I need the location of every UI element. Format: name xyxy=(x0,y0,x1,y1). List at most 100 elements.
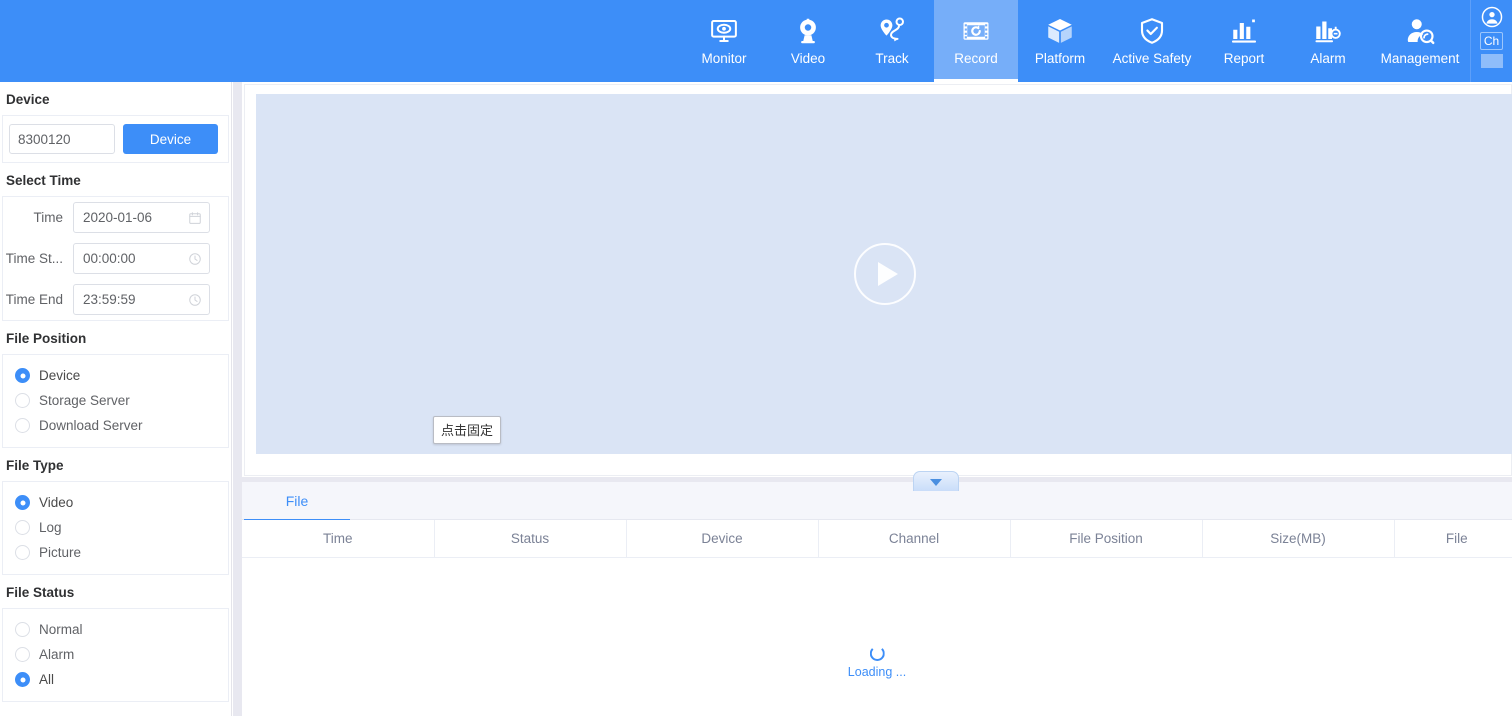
header-user-area[interactable]: Ch xyxy=(1470,0,1512,82)
radio-label: Normal xyxy=(39,622,83,637)
time-end-input[interactable]: 23:59:59 xyxy=(73,284,210,315)
file-status-section-title: File Status xyxy=(6,585,75,600)
col-header-device[interactable]: Device xyxy=(626,520,819,558)
radio-label: Picture xyxy=(39,545,82,560)
radio-label: Storage Server xyxy=(39,393,130,408)
loading-label: Loading ... xyxy=(847,664,907,679)
tab-label: File xyxy=(285,493,309,509)
radio-label: Download Server xyxy=(39,418,143,433)
radio-file-type-log[interactable]: Log xyxy=(3,515,228,540)
nav-item-monitor[interactable]: Monitor xyxy=(682,0,766,82)
tab-strip: File xyxy=(242,482,1512,521)
video-player-panel: 点击固定 xyxy=(244,84,1512,476)
file-position-section-box: Device Storage Server Download Server xyxy=(2,354,229,448)
time-date-input[interactable]: 2020-01-06 xyxy=(73,202,210,233)
clock-icon xyxy=(188,252,202,266)
radio-file-status-all[interactable]: All xyxy=(3,667,228,692)
nav-item-report[interactable]: Report xyxy=(1202,0,1286,82)
pin-tooltip: 点击固定 xyxy=(433,416,502,444)
film-replay-icon xyxy=(961,16,991,46)
device-search-input[interactable] xyxy=(9,124,115,154)
radio-label: Device xyxy=(39,368,81,383)
nav-label: Track xyxy=(875,51,909,66)
radio-label: All xyxy=(39,672,55,687)
radio-file-position-device[interactable]: Device xyxy=(3,363,228,388)
nav-label: Monitor xyxy=(701,51,747,66)
file-table-grid: Time Status Device Channel File Position… xyxy=(242,520,1512,558)
header-extra-button[interactable] xyxy=(1480,54,1503,68)
nav-item-track[interactable]: Track xyxy=(850,0,934,82)
radio-indicator xyxy=(15,672,30,687)
header-language-label[interactable]: Ch xyxy=(1479,32,1504,50)
file-position-section-title: File Position xyxy=(6,331,87,346)
device-section-box: Device xyxy=(2,115,229,163)
select-time-section-box: Time 2020-01-06 Time St... 00:00:00 Time… xyxy=(2,196,229,321)
time-end-row: Time End 23:59:59 xyxy=(3,279,228,320)
radio-indicator xyxy=(15,495,30,510)
shield-check-icon xyxy=(1137,16,1167,46)
time-end-value: 23:59:59 xyxy=(83,292,136,307)
filter-sidebar: Device Device Select Time Time 2020-01-0… xyxy=(0,82,232,716)
nav-label: Active Safety xyxy=(1112,51,1192,66)
chevron-down-icon xyxy=(930,479,942,486)
device-button[interactable]: Device xyxy=(123,124,218,154)
app-header: Monitor Video Track Record Platform Acti… xyxy=(0,0,1512,82)
col-header-channel[interactable]: Channel xyxy=(818,520,1011,558)
select-time-section-title: Select Time xyxy=(6,173,81,188)
nav-item-video[interactable]: Video xyxy=(766,0,850,82)
time-start-row: Time St... 00:00:00 xyxy=(3,238,228,279)
radio-label: Log xyxy=(39,520,62,535)
device-section-title: Device xyxy=(6,92,50,107)
nav-item-alarm[interactable]: Alarm xyxy=(1286,0,1370,82)
col-header-status[interactable]: Status xyxy=(434,520,627,558)
nav-item-record[interactable]: Record xyxy=(934,0,1018,82)
file-table-head: Time Status Device Channel File Position… xyxy=(242,520,1512,558)
tab-file[interactable]: File xyxy=(244,482,350,521)
collapse-panel-handle[interactable] xyxy=(913,471,959,491)
radio-indicator xyxy=(15,647,30,662)
radio-file-type-video[interactable]: Video xyxy=(3,490,228,515)
radio-file-type-picture[interactable]: Picture xyxy=(3,540,228,565)
radio-indicator xyxy=(15,368,30,383)
user-circle-icon[interactable] xyxy=(1481,6,1503,28)
radio-indicator xyxy=(15,418,30,433)
file-type-section-title: File Type xyxy=(6,458,64,473)
col-header-file[interactable]: File xyxy=(1394,520,1512,558)
time-start-input[interactable]: 00:00:00 xyxy=(73,243,210,274)
nav-label: Report xyxy=(1223,51,1265,66)
col-header-time[interactable]: Time xyxy=(242,520,435,558)
file-type-radio-group: Video Log Picture xyxy=(3,482,228,574)
spinner-icon xyxy=(869,645,885,661)
nav-item-active-safety[interactable]: Active Safety xyxy=(1102,0,1202,82)
radio-file-status-normal[interactable]: Normal xyxy=(3,617,228,642)
radio-indicator xyxy=(15,622,30,637)
radio-file-status-alarm[interactable]: Alarm xyxy=(3,642,228,667)
time-date-label: Time xyxy=(33,210,64,225)
radio-label: Alarm xyxy=(39,647,75,662)
time-date-row: Time 2020-01-06 xyxy=(3,197,228,238)
file-table: Time Status Device Channel File Position… xyxy=(242,520,1512,716)
nav-item-management[interactable]: Management xyxy=(1370,0,1470,82)
play-circle-icon[interactable] xyxy=(853,243,916,305)
nav-label: Video xyxy=(790,51,826,66)
nav-item-platform[interactable]: Platform xyxy=(1018,0,1102,82)
file-status-section-box: Normal Alarm All xyxy=(2,608,229,702)
track-icon xyxy=(877,16,907,46)
col-header-file-position[interactable]: File Position xyxy=(1010,520,1203,558)
radio-file-position-storage-server[interactable]: Storage Server xyxy=(3,388,228,413)
file-table-body-empty: Loading ... xyxy=(242,558,1512,716)
radio-indicator xyxy=(15,520,30,535)
file-position-radio-group: Device Storage Server Download Server xyxy=(3,355,228,447)
nav-label: Record xyxy=(954,51,998,66)
main-navigation: Monitor Video Track Record Platform Acti… xyxy=(682,0,1470,82)
file-table-header-row: Time Status Device Channel File Position… xyxy=(242,520,1512,558)
col-header-size-mb[interactable]: Size(MB) xyxy=(1202,520,1395,558)
radio-file-position-download-server[interactable]: Download Server xyxy=(3,413,228,438)
radio-indicator xyxy=(15,545,30,560)
user-search-icon xyxy=(1405,16,1435,46)
time-start-value: 00:00:00 xyxy=(83,251,136,266)
alarm-bell-icon xyxy=(1313,16,1343,46)
video-stage[interactable]: 点击固定 xyxy=(256,94,1512,454)
radio-indicator xyxy=(15,393,30,408)
camera-icon xyxy=(793,16,823,46)
